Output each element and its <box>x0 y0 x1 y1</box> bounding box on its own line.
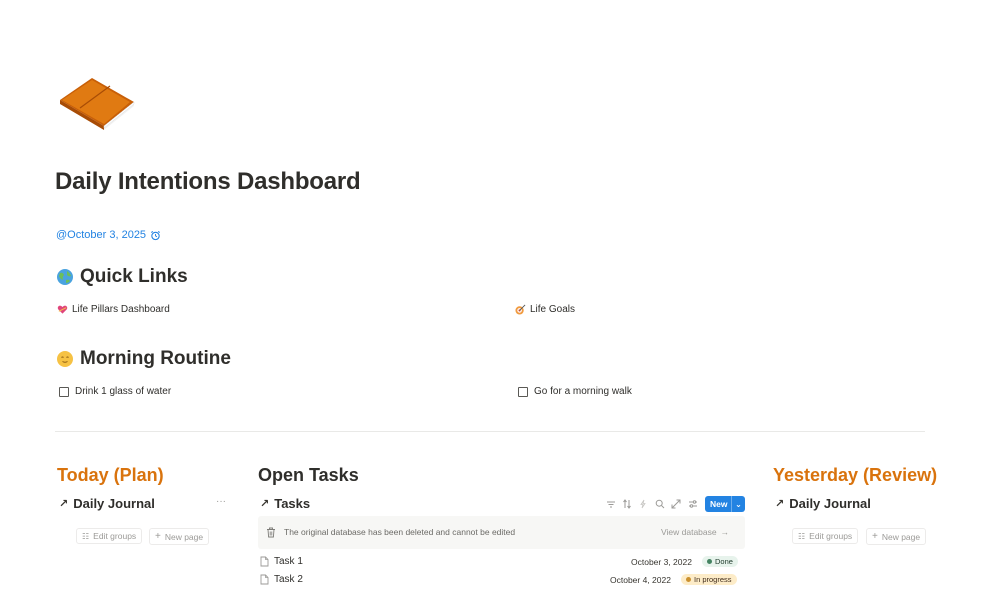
status-label: Done <box>715 557 733 566</box>
date-mention[interactable]: @October 3, 2025 <box>56 229 161 241</box>
link-label: Life Pillars Dashboard <box>72 304 170 315</box>
new-page-button[interactable]: + New page <box>149 528 210 545</box>
link-life-goals[interactable]: Life Goals <box>515 304 575 315</box>
morning-routine-heading: Morning Routine <box>56 348 231 370</box>
task-name: Task 2 <box>274 574 303 585</box>
todo-checkbox[interactable] <box>518 386 528 397</box>
status-badge: Done <box>702 556 738 567</box>
heart-icon <box>57 304 68 315</box>
dart-target-icon <box>515 304 526 315</box>
todo-item: Go for a morning walk <box>518 386 632 397</box>
alarm-clock-icon <box>150 230 161 241</box>
link-life-pillars-dashboard[interactable]: Life Pillars Dashboard <box>57 304 170 315</box>
divider <box>55 431 925 432</box>
new-button[interactable]: New ⌄ <box>705 496 745 512</box>
sun-face-icon <box>56 350 74 368</box>
plus-icon: + <box>155 531 161 542</box>
view-title: Daily Journal <box>73 496 155 511</box>
table-row[interactable]: Task 1 <box>260 556 303 567</box>
globe-icon <box>56 268 74 286</box>
chevron-down-icon[interactable]: ⌄ <box>732 500 745 509</box>
arrow-up-right-icon: ↗ <box>775 498 785 510</box>
expand-icon[interactable] <box>670 498 681 509</box>
page-title: Daily Intentions Dashboard <box>55 168 361 195</box>
status-badge: In progress <box>681 574 737 585</box>
new-page-button[interactable]: + New page <box>866 528 927 545</box>
quick-links-heading: Quick Links <box>56 266 188 288</box>
todo-label: Drink 1 glass of water <box>75 386 172 397</box>
banner-text: The original database has been deleted a… <box>284 527 516 537</box>
list-icon: ☷ <box>82 531 90 541</box>
sort-icon[interactable] <box>621 498 632 509</box>
list-icon: ☷ <box>798 531 806 541</box>
settings-sliders-icon[interactable] <box>687 498 698 509</box>
new-page-label: New page <box>164 531 204 542</box>
deleted-database-banner: The original database has been deleted a… <box>258 516 745 549</box>
task-date: October 4, 2022 <box>610 575 671 585</box>
edit-groups-label: Edit groups <box>93 531 137 541</box>
plus-icon: + <box>872 531 878 542</box>
edit-groups-button[interactable]: ☷ Edit groups <box>76 528 143 544</box>
view-title: Tasks <box>274 496 311 511</box>
view-database-label: View database <box>661 527 717 537</box>
today-plan-heading: Today (Plan) <box>57 465 164 485</box>
arrow-right-icon: → <box>720 527 730 537</box>
tasks-view[interactable]: ↗ Tasks <box>260 496 310 511</box>
view-title: Daily Journal <box>789 496 871 511</box>
edit-groups-button[interactable]: ☷ Edit groups <box>792 528 859 544</box>
more-options-icon[interactable]: ··· <box>216 496 226 507</box>
task-name: Task 1 <box>274 556 303 567</box>
search-icon[interactable] <box>654 498 665 509</box>
todo-checkbox[interactable] <box>59 386 69 397</box>
morning-routine-title: Morning Routine <box>80 348 231 369</box>
trash-icon <box>266 527 276 540</box>
yesterday-review-heading: Yesterday (Review) <box>773 465 938 485</box>
page-icon <box>260 556 269 567</box>
page-icon <box>260 574 269 585</box>
status-label: In progress <box>694 575 732 584</box>
todo-label: Go for a morning walk <box>534 386 632 397</box>
filter-icon[interactable] <box>605 498 616 509</box>
yesterday-journal-view[interactable]: ↗ Daily Journal <box>775 496 871 511</box>
lightning-icon[interactable] <box>637 498 648 509</box>
status-dot <box>686 577 691 582</box>
quick-links-title: Quick Links <box>80 266 188 287</box>
task-date: October 3, 2022 <box>631 557 692 567</box>
date-text: @October 3, 2025 <box>56 229 147 241</box>
todo-item: Drink 1 glass of water <box>59 386 171 397</box>
new-page-label: New page <box>881 531 921 542</box>
open-tasks-heading: Open Tasks <box>258 465 359 485</box>
table-row[interactable]: Task 2 <box>260 574 303 585</box>
today-journal-view[interactable]: ↗ Daily Journal <box>59 496 155 511</box>
journal-book-icon[interactable] <box>58 76 136 130</box>
status-dot <box>707 559 712 564</box>
arrow-up-right-icon: ↗ <box>59 498 69 510</box>
new-button-label: New <box>710 499 728 509</box>
link-label: Life Goals <box>530 304 576 315</box>
edit-groups-label: Edit groups <box>809 531 853 541</box>
view-database-link[interactable]: View database → <box>661 527 729 537</box>
arrow-up-right-icon: ↗ <box>260 498 270 510</box>
